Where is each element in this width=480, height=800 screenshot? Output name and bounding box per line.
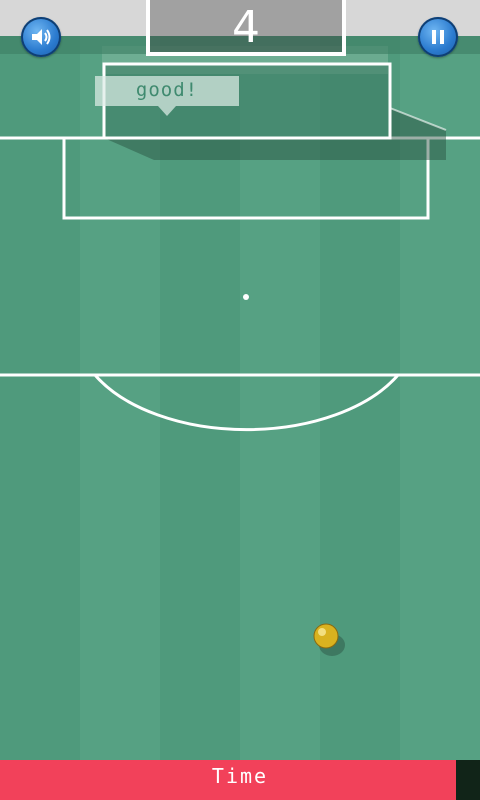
game-screen[interactable]: 4 good! Time — [0, 0, 480, 800]
score-value: 4 — [232, 2, 260, 53]
center-circle — [93, 374, 400, 432]
feedback-text: good! — [135, 79, 199, 101]
speaker-icon — [32, 29, 51, 45]
pitch-markings — [0, 46, 480, 656]
feedback-bubble-tail — [158, 106, 176, 116]
score-board: 4 — [146, 0, 346, 56]
time-label: Time — [211, 764, 269, 788]
pause-icon — [432, 30, 444, 44]
pause-button[interactable] — [418, 17, 458, 57]
ball-highlight — [318, 628, 326, 636]
time-bar: Time — [0, 760, 480, 800]
penalty-spot — [243, 294, 249, 300]
feedback-bubble: good! — [95, 76, 239, 106]
sound-button[interactable] — [21, 17, 61, 57]
ball[interactable] — [313, 623, 339, 649]
